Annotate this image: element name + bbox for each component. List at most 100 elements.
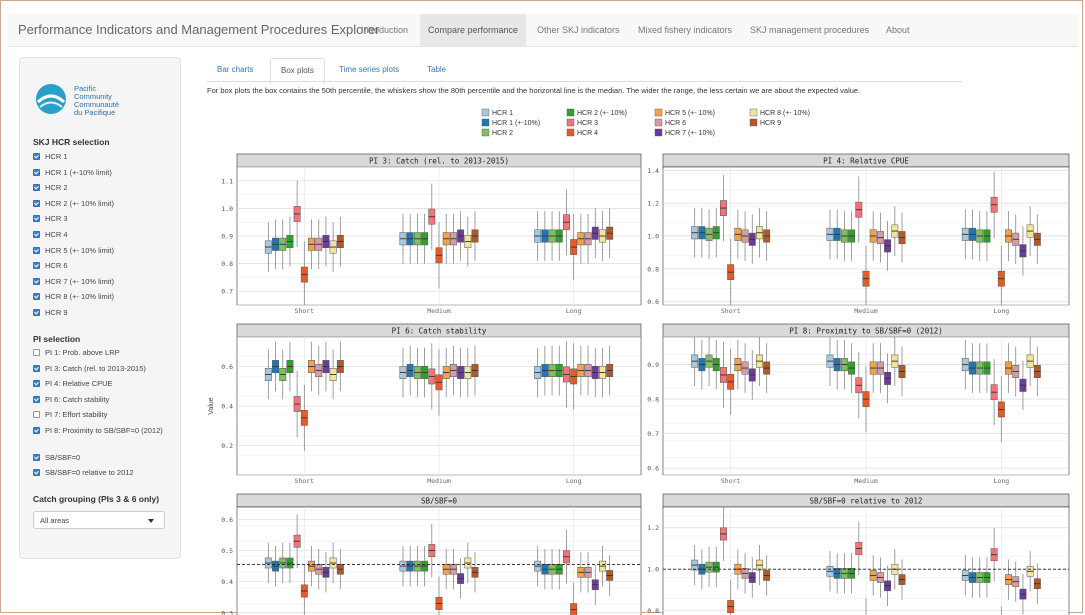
hcr-checkbox-row[interactable]: HCR 1 (+-10% limit) [33,168,173,177]
checkbox[interactable] [33,262,40,270]
checkbox[interactable] [33,231,40,238]
nav-item-about[interactable]: About [878,14,918,46]
nav-item-compare-performance[interactable]: Compare performance [420,14,527,46]
legend-swatch [481,108,490,117]
checkbox[interactable] [33,293,40,301]
tab-table[interactable]: Table [417,58,456,82]
legend-swatch [749,118,758,127]
checkbox[interactable] [33,246,40,254]
legend-label: HCR 2 [492,130,513,137]
hcr-checkbox-label: HCR 8 (+- 10% limit) [45,292,114,302]
pi-checkbox-label: PI 6: Catch stability [45,394,110,404]
hcr-checkbox-row[interactable]: HCR 4 [33,230,173,239]
x-tick-label: Long [994,307,1010,315]
y-tick-label: 0.8 [647,265,659,273]
checkbox[interactable] [33,426,40,434]
box-plot-description: For box plots the box contains the 50th … [207,86,861,95]
y-tick-label: 0.8 [647,396,659,404]
pi-checkbox-label: PI 8: Proximity to SB/SBF=0 (2012) [45,425,163,435]
checkbox[interactable] [33,364,40,372]
panel-title: PI 3: Catch (rel. to 2013-2015) [369,157,509,166]
y-tick-label: 1.4 [647,167,659,175]
y-tick-label: 1.0 [647,233,659,241]
panel-title: PI 4: Relative CPUE [823,157,909,166]
pi-checkbox-label: PI 4: Relative CPUE [45,379,113,388]
x-tick-label: Medium [854,477,878,485]
y-tick-label: 0.7 [647,430,659,438]
y-axis-label: Value [208,397,215,414]
legend-swatch [654,118,663,127]
pi-checkbox-row[interactable]: PI 7: Effort stability [33,410,173,419]
pi-checkbox-row[interactable]: PI 1: Prob. above LRP [33,348,173,357]
checkbox[interactable] [33,453,40,461]
legend-label: HCR 5 (+- 10%) [665,110,715,117]
pi-checkbox-row[interactable]: PI 3: Catch (rel. to 2013-2015) [33,364,173,373]
legend-swatch [481,118,490,127]
pi-checkbox-row[interactable]: SB/SBF=0 [33,453,173,462]
spc-logo-icon [36,84,66,114]
pi-checkbox-row[interactable]: PI 8: Proximity to SB/SBF=0 (2012) [33,426,173,435]
logo-line: du Pacifique [74,108,116,117]
legend-label: HCR 9 [760,120,781,127]
hcr-selection-heading: SKJ HCR selection [33,137,110,147]
checkbox[interactable] [33,277,40,285]
legend-swatch [749,108,758,117]
hcr-checkbox-row[interactable]: HCR 7 (+- 10% limit) [33,277,173,286]
x-tick-label: Long [566,477,582,485]
logo-text: Pacific Community Communauté du Pacifiqu… [74,85,134,117]
hcr-checkbox-row[interactable]: HCR 5 (+- 10% limit) [33,246,173,255]
checkbox[interactable] [33,184,40,192]
y-tick-label: 0.6 [647,465,659,473]
checkbox[interactable] [33,411,40,418]
sidebar-panel: Pacific Community Communauté du Pacifiqu… [19,57,181,559]
tab-bar-charts[interactable]: Bar charts [207,58,263,82]
spc-logo: Pacific Community Communauté du Pacifiqu… [34,82,134,122]
pi-checkbox-row[interactable]: PI 4: Relative CPUE [33,379,173,388]
hcr-checkbox-row[interactable]: HCR 8 (+- 10% limit) [33,292,173,301]
hcr-checkbox-row[interactable]: HCR 9 [33,308,173,317]
hcr-checkbox-label: HCR 1 [45,152,68,161]
nav-item-other-skj-indicators[interactable]: Other SKJ indicators [529,14,628,46]
checkbox[interactable] [33,215,40,223]
hcr-checkbox-row[interactable]: HCR 2 [33,183,173,192]
hcr-checkbox-row[interactable]: HCR 6 [33,261,173,270]
hcr-checkbox-row[interactable]: HCR 3 [33,214,173,223]
y-tick-label: 1.2 [647,200,659,208]
x-tick-label: Long [994,477,1010,485]
pi-checkbox-label: PI 3: Catch (rel. to 2013-2015) [45,363,146,373]
checkbox[interactable] [33,349,40,356]
catch-grouping-select[interactable]: All areas [33,511,165,529]
checkbox[interactable] [33,395,40,403]
checkbox[interactable] [33,153,40,160]
legend-label: HCR 1 (+-10%) [492,120,540,127]
hcr-checkbox-row[interactable]: HCR 2 (+- 10% limit) [33,199,173,208]
hcr-checkbox-label: HCR 3 [45,214,68,224]
x-tick-label: Long [566,307,582,315]
box-plot-figure: HCR 1 HCR 1 (+-10%) HCR 2 HCR 2 (+- 10%) HCR… [208,108,1070,615]
x-tick-label: Medium [854,307,878,315]
checkbox[interactable] [33,199,40,207]
legend-swatch [566,128,575,137]
legend-label: HCR 7 (+- 10%) [665,130,715,137]
nav-item-introduction[interactable]: Introduction [353,14,416,46]
pi-checkbox-label: SB/SBF=0 [45,452,81,462]
checkbox[interactable] [33,469,40,476]
checkbox[interactable] [33,309,40,316]
checkbox[interactable] [33,168,40,176]
nav-item-skj-management-procedures[interactable]: SKJ management procedures [742,14,877,46]
y-tick-label: 0.9 [647,361,659,369]
y-tick-label: 0.4 [221,578,233,586]
panel-title: PI 8: Proximity to SB/SBF=0 (2012) [789,327,943,336]
hcr-checkbox-row[interactable]: HCR 1 [33,152,173,161]
y-tick-label: 0.4 [221,403,233,411]
pi-checkbox-row[interactable]: PI 6: Catch stability [33,395,173,404]
tab-time-series-plots[interactable]: Time series plots [329,58,409,82]
chevron-down-icon [148,519,154,523]
app-title: Performance Indicators and Management Pr… [18,22,380,37]
pi-checkbox-row[interactable]: SB/SBF=0 relative to 2012 [33,468,173,477]
checkbox[interactable] [33,380,40,387]
nav-item-mixed-fishery-indicators[interactable]: Mixed fishery indicators [630,14,740,46]
y-tick-label: 0.7 [221,288,233,296]
legend-swatch [654,128,663,137]
legend-swatch [566,108,575,117]
